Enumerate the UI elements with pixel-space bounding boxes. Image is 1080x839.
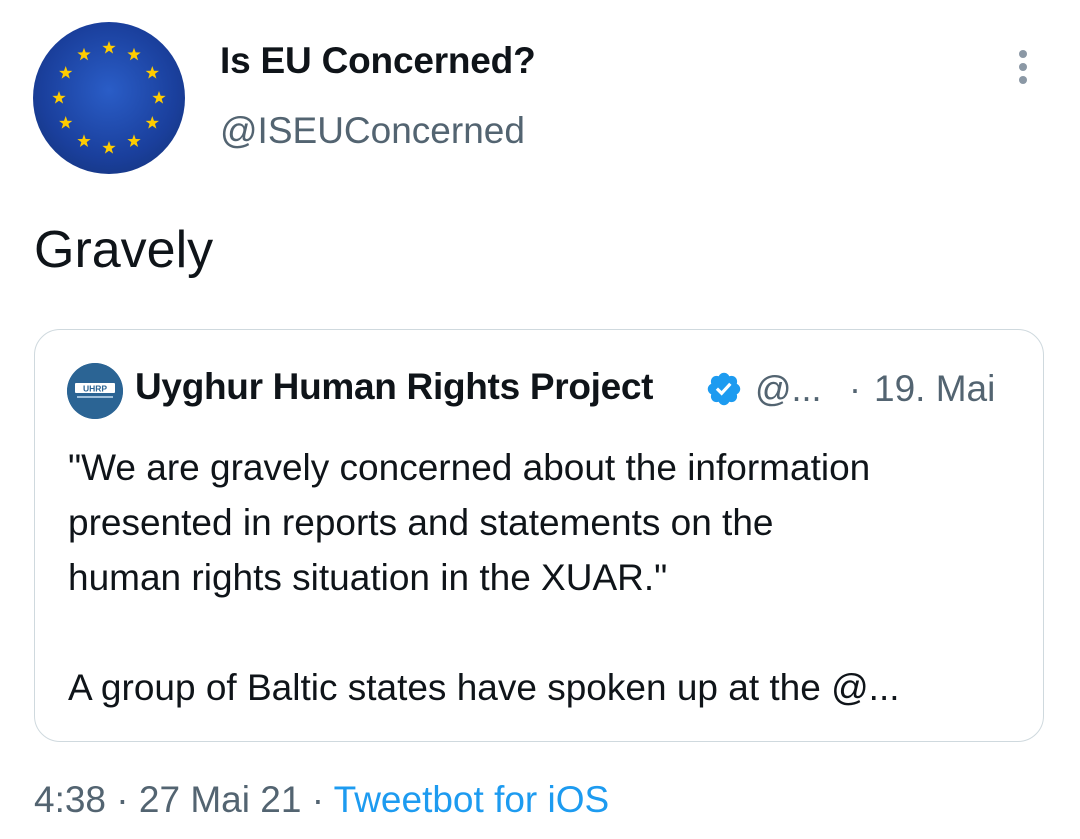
quoted-author-name[interactable]: Uyghur Human Rights Project: [135, 366, 653, 408]
quoted-author-avatar[interactable]: UHRP: [67, 363, 123, 419]
tweet-time[interactable]: 4:38: [34, 779, 106, 820]
quoted-tweet-body: "We are gravely concerned about the info…: [68, 440, 1028, 715]
quoted-body-line: human rights situation in the XUAR.": [68, 557, 668, 598]
tweet-meta: 4:38 · 27 Mai 21 · Tweetbot for iOS: [34, 779, 609, 821]
quoted-tweet-card[interactable]: UHRP Uyghur Human Rights Project @... · …: [34, 329, 1044, 742]
author-handle[interactable]: @ISEUConcerned: [220, 110, 525, 152]
uhrp-logo-text: UHRP: [83, 384, 107, 394]
uhrp-logo-icon: UHRP: [67, 363, 123, 419]
tweet-source-link[interactable]: Tweetbot for iOS: [334, 779, 610, 820]
meta-separator: ·: [116, 779, 129, 820]
quoted-tweet-date[interactable]: 19. Mai: [874, 368, 995, 410]
author-avatar[interactable]: [33, 22, 185, 174]
more-options-button[interactable]: [1005, 44, 1041, 90]
quoted-body-line: "We are gravely concerned about the info…: [68, 447, 871, 488]
quoted-body-line: A group of Baltic states have spoken up …: [68, 667, 900, 708]
quoted-date-separator: ·: [849, 368, 861, 409]
author-name[interactable]: Is EU Concerned?: [220, 40, 536, 82]
tweet-date[interactable]: 27 Mai 21: [139, 779, 302, 820]
quoted-body-line: presented in reports and statements on t…: [68, 502, 774, 543]
tweet-text: Gravely: [34, 221, 214, 279]
more-vertical-icon-dot: [1019, 63, 1027, 71]
more-vertical-icon: [1019, 50, 1027, 58]
tweet: Is EU Concerned? @ISEUConcerned Gravely …: [0, 0, 1080, 839]
verified-badge-icon: [707, 372, 741, 406]
meta-separator: ·: [311, 779, 325, 820]
more-vertical-icon-dot: [1019, 76, 1027, 84]
quoted-author-handle[interactable]: @...: [755, 368, 822, 410]
eu-flag-icon: [52, 41, 166, 154]
